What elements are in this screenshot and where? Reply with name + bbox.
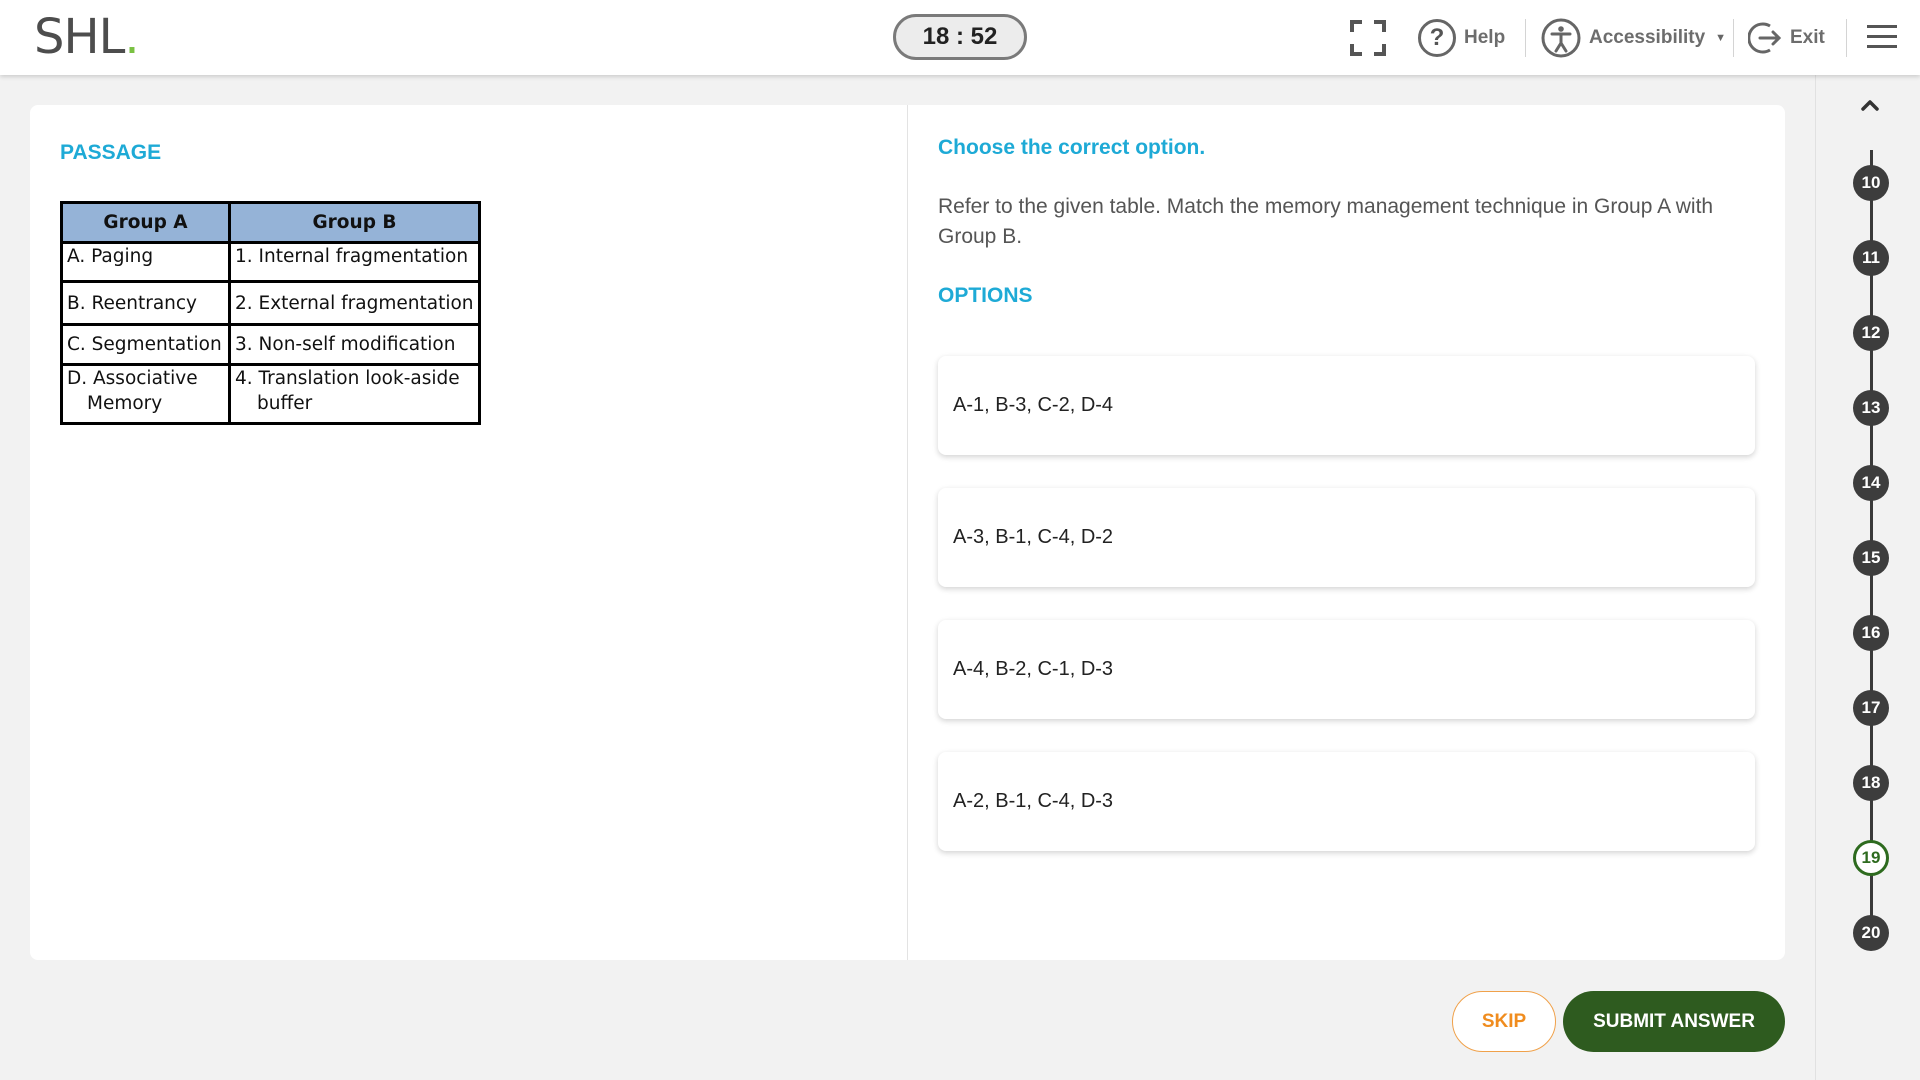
skip-button[interactable]: SKIP (1452, 991, 1556, 1052)
option-3[interactable]: A-4, B-2, C-1, D-3 (938, 620, 1755, 719)
help-label: Help (1464, 27, 1506, 48)
question-text: Refer to the given table. Match the memo… (938, 195, 1714, 248)
countdown-timer: 18 : 52 (893, 14, 1027, 60)
question-number-10[interactable]: 10 (1853, 165, 1889, 201)
question-number-17[interactable]: 17 (1853, 690, 1889, 726)
table-cell: 3. Non-self modification (228, 323, 481, 366)
question-number-20[interactable]: 20 (1853, 915, 1889, 951)
table-cell: A. Paging (60, 241, 231, 283)
exit-icon (1748, 22, 1782, 54)
table-row: C. Segmentation 3. Non-self modification (60, 323, 481, 366)
table-cell: 1. Internal fragmentation (228, 241, 481, 283)
table-header-group-a: Group A (60, 201, 231, 244)
question-number-14[interactable]: 14 (1853, 465, 1889, 501)
question-number-15[interactable]: 15 (1853, 540, 1889, 576)
question-number-13[interactable]: 13 (1853, 390, 1889, 426)
option-4[interactable]: A-2, B-1, C-4, D-3 (938, 752, 1755, 851)
help-button[interactable]: ? Help (1418, 17, 1505, 59)
options-title: OPTIONS (938, 284, 1033, 307)
table-cell: 4. Translation look-aside buffer (228, 363, 481, 425)
question-number-18[interactable]: 18 (1853, 765, 1889, 801)
exit-button[interactable]: Exit (1748, 17, 1825, 59)
accessibility-label: Accessibility (1589, 27, 1706, 48)
table-row: A. Paging 1. Internal fragmentation (60, 241, 481, 283)
passage-title: PASSAGE (60, 141, 162, 164)
table-cell: B. Reentrancy (60, 280, 231, 326)
option-label: A-1, B-3, C-2, D-4 (953, 394, 1114, 416)
table-cell-line: buffer (257, 393, 313, 414)
fullscreen-button[interactable] (1350, 17, 1386, 59)
option-label: A-3, B-1, C-4, D-2 (953, 526, 1114, 548)
accessibility-icon (1541, 18, 1581, 58)
header-separator (1733, 19, 1734, 57)
table-header-group-b: Group B (228, 201, 481, 244)
table-cell: C. Segmentation (60, 323, 231, 366)
question-instruction: Choose the correct option. (938, 136, 1206, 159)
table-cell: D. Associative Memory (60, 363, 231, 425)
accessibility-button[interactable]: Accessibility ▼ (1541, 17, 1726, 59)
option-1[interactable]: A-1, B-3, C-2, D-4 (938, 356, 1755, 455)
passage-table: Group A Group B A. Paging 1. Internal fr… (60, 201, 481, 425)
table-row: B. Reentrancy 2. External fragmentation (60, 280, 481, 326)
shl-logo: SHL. (34, 9, 140, 65)
help-icon: ? (1418, 19, 1456, 57)
table-cell-line: D. Associative (67, 368, 198, 389)
table-row: D. Associative Memory 4. Translation loo… (60, 363, 481, 425)
option-label: A-2, B-1, C-4, D-3 (953, 790, 1114, 812)
header-separator (1846, 19, 1847, 57)
submit-answer-button[interactable]: SUBMIT ANSWER (1563, 991, 1785, 1052)
top-bar: SHL. 18 : 52 ? Help Accessibility ▼ Exit (0, 0, 1920, 75)
table-cell-line: Memory (87, 393, 163, 414)
option-2[interactable]: A-3, B-1, C-4, D-2 (938, 488, 1755, 587)
exit-label: Exit (1790, 27, 1825, 48)
question-number-11[interactable]: 11 (1853, 240, 1889, 276)
chevron-up-icon[interactable] (1858, 94, 1882, 118)
question-number-19-current[interactable]: 19 (1853, 840, 1889, 876)
question-number-12[interactable]: 12 (1853, 315, 1889, 351)
hamburger-menu-icon[interactable] (1867, 24, 1897, 50)
chevron-down-icon: ▼ (1715, 32, 1727, 44)
header-separator (1525, 19, 1526, 57)
fullscreen-icon (1350, 20, 1386, 56)
option-label: A-4, B-2, C-1, D-3 (953, 658, 1114, 680)
question-number-16[interactable]: 16 (1853, 615, 1889, 651)
table-cell-line: 4. Translation look-aside (235, 368, 460, 389)
panel-divider (907, 105, 908, 960)
table-cell: 2. External fragmentation (228, 280, 481, 326)
